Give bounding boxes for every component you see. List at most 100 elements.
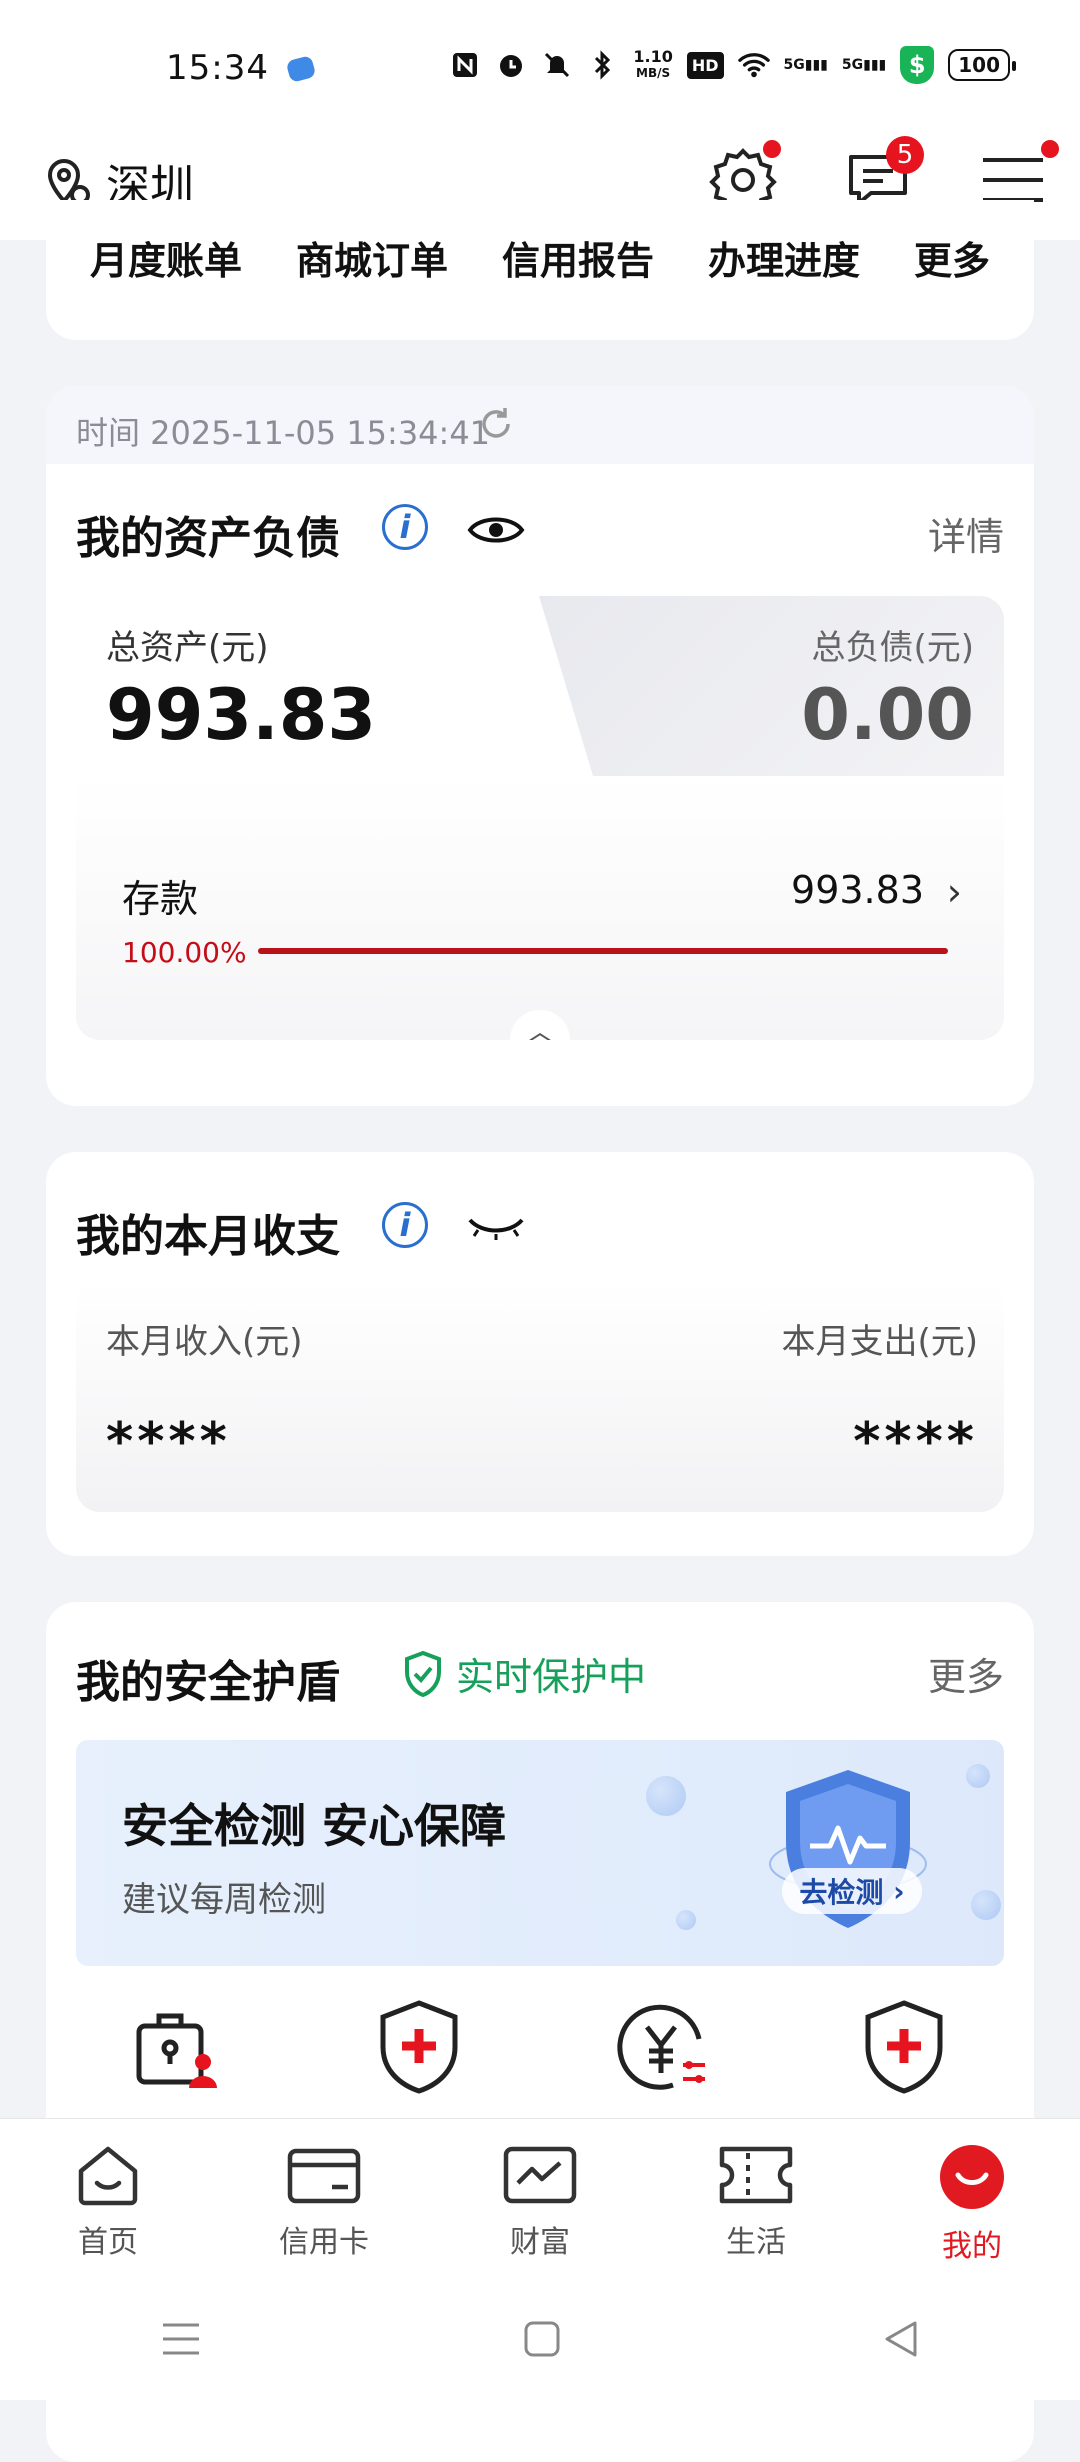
app-notification-icon [285, 55, 317, 83]
security-features [76, 1992, 1004, 2102]
status-time: 15:34 [166, 48, 269, 88]
deposit-percent: 100.00% [122, 936, 247, 969]
ticket-icon [719, 2146, 793, 2204]
tab-mine-label: 我的 [942, 2229, 1002, 2264]
tab-wealth[interactable]: 财富 [432, 2119, 648, 2279]
home-icon [78, 2146, 138, 2206]
shield-check-icon [405, 1650, 441, 1697]
bottom-tab-bar: 首页 信用卡 财富 生活 我的 [0, 2118, 1080, 2279]
expense-masked-value: **** [853, 1412, 978, 1472]
total-assets-label: 总资产(元) [106, 628, 269, 668]
quick-item-progress[interactable]: 办理进度 [684, 230, 884, 285]
eye-icon[interactable] [466, 510, 526, 550]
tab-mine[interactable]: 我的 [864, 2119, 1080, 2279]
messages-badge: 5 [886, 136, 924, 174]
assets-timestamp-bar: 时间 2025-11-05 15:34:41 [46, 386, 1034, 464]
bluetooth-icon [587, 49, 619, 81]
quick-menu-card: 月度账单 商城订单 信用报告 办理进度 更多 [46, 200, 1034, 340]
feature-payment-settings[interactable] [561, 1992, 761, 2102]
signal-5g-2: 5G▮▮▮ [841, 57, 887, 73]
feature-device-management[interactable] [76, 1992, 276, 2102]
quick-item-monthly-bill[interactable]: 月度账单 [66, 230, 266, 285]
shield-plus-icon [380, 2000, 458, 2094]
assets-detail-link[interactable]: 详情 [928, 506, 1004, 561]
settings-notification-dot [763, 140, 781, 158]
wealth-chart-icon [503, 2146, 577, 2204]
tab-credit-card-label: 信用卡 [279, 2225, 369, 2260]
assets-summary: 总资产(元) 993.83 总负债(元) 0.00 存款 993.83 › 10… [76, 596, 1004, 1040]
detect-button-label: 去检测 [799, 1876, 884, 1909]
expense-label: 本月支出(元) [781, 1322, 978, 1362]
decor-bubble [646, 1776, 686, 1816]
deposit-progress-bar [258, 948, 948, 954]
refresh-icon[interactable] [476, 404, 516, 444]
income-info-icon[interactable]: i [382, 1202, 428, 1248]
protection-status-label: 实时保护中 [456, 1655, 647, 1699]
income-label: 本月收入(元) [106, 1322, 303, 1362]
quick-item-credit-report[interactable]: 信用报告 [478, 230, 678, 285]
total-liabilities-label: 总负债(元) [811, 628, 974, 668]
yuan-settings-icon [617, 2004, 706, 2090]
back-icon[interactable] [881, 2319, 921, 2359]
feature-account-security[interactable] [804, 1992, 1004, 2102]
deposit-label[interactable]: 存款 [122, 868, 198, 923]
net-speed-value: 1.10 [633, 47, 673, 66]
signal-5g-2-label: 5G [841, 57, 864, 73]
feature-security-guardian[interactable] [319, 1992, 519, 2102]
income-title: 我的本月收支 [76, 1211, 340, 1262]
assets-timestamp: 时间 2025-11-05 15:34:41 [76, 414, 491, 452]
wifi-icon [737, 49, 770, 81]
home-nav-icon[interactable] [522, 2319, 562, 2359]
tab-home-label: 首页 [78, 2225, 138, 2260]
shield-plus-icon [865, 2000, 943, 2094]
net-speed-unit: MB/S [636, 66, 671, 80]
assets-info-icon[interactable]: i [382, 504, 428, 550]
quick-item-mall-orders[interactable]: 商城订单 [272, 230, 472, 285]
tab-credit-card[interactable]: 信用卡 [216, 2119, 432, 2279]
security-more-link[interactable]: 更多 [928, 1646, 1004, 1701]
security-title: 我的安全护盾 [76, 1657, 340, 1708]
tab-wealth-label: 财富 [510, 2225, 570, 2260]
signal-5g-1-label: 5G [783, 57, 805, 73]
security-shield-icon: $ [900, 46, 935, 84]
total-assets-value: 993.83 [106, 674, 377, 756]
battery-icon: 100 [948, 49, 1016, 81]
signal-5g-1: 5G▮▮▮ [783, 57, 828, 73]
security-check-banner[interactable]: 安全检测 安心保障 建议每周检测 去检测 › [76, 1740, 1004, 1966]
banner-subtitle: 建议每周检测 [122, 1880, 326, 1920]
detect-button[interactable]: 去检测 › [782, 1868, 922, 1914]
alarm-icon [495, 49, 527, 81]
deposit-progress-fill [258, 948, 948, 954]
tab-home[interactable]: 首页 [0, 2119, 216, 2279]
status-icons: 1.10 MB/S HD 5G▮▮▮ 5G▮▮▮ $ 100 [449, 46, 1016, 84]
chevron-up-icon: ︿ [525, 1015, 554, 1040]
quick-item-more[interactable]: 更多 [890, 230, 1014, 285]
lock-person-icon [136, 2013, 217, 2088]
income-summary: 本月收入(元) 本月支出(元) **** **** [76, 1282, 1004, 1512]
net-speed: 1.10 MB/S [633, 49, 672, 81]
chevron-right-icon[interactable]: › [947, 870, 962, 914]
total-liabilities-value: 0.00 [801, 674, 974, 756]
banner-title: 安全检测 安心保障 [122, 1799, 507, 1853]
profile-icon [940, 2145, 1004, 2209]
mute-icon [541, 49, 573, 81]
income-masked-value: **** [106, 1412, 231, 1472]
system-nav-bar [0, 2278, 1080, 2400]
nfc-icon [449, 49, 481, 81]
income-card: 我的本月收支 i 本月收入(元) 本月支出(元) **** **** [46, 1152, 1034, 1556]
status-bar: 15:34 1.10 MB/S HD 5G▮▮▮ 5G▮▮▮ $ 100 [0, 0, 1080, 140]
recent-apps-icon[interactable] [159, 2319, 203, 2359]
decor-bubble [966, 1764, 990, 1788]
eye-closed-icon[interactable] [466, 1208, 526, 1248]
tab-life-label: 生活 [726, 2225, 786, 2260]
menu-notification-dot [1041, 140, 1059, 158]
quick-menu: 月度账单 商城订单 信用报告 办理进度 更多 [66, 230, 1014, 285]
assets-title: 我的资产负债 [76, 513, 340, 564]
protection-status: 实时保护中 [402, 1646, 646, 1701]
hd-icon: HD [686, 51, 724, 79]
decor-bubble [676, 1910, 696, 1930]
decor-bubble [971, 1890, 1001, 1920]
deposit-value[interactable]: 993.83 [791, 868, 924, 912]
tab-life[interactable]: 生活 [648, 2119, 864, 2279]
assets-card: 时间 2025-11-05 15:34:41 我的资产负债 i 详情 总资产(元… [46, 386, 1034, 1106]
